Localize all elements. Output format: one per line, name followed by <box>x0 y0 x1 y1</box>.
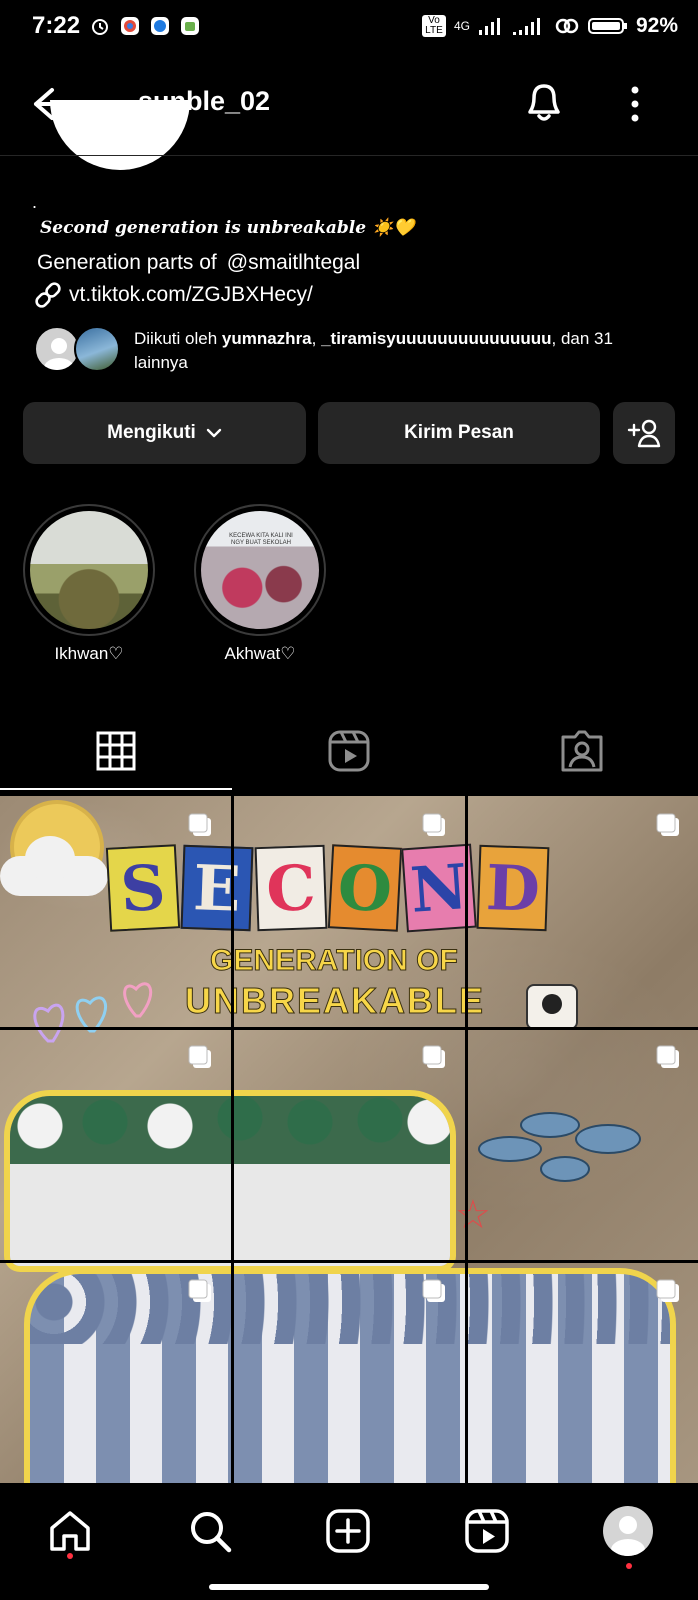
link-icon <box>35 282 61 308</box>
suggest-users-button[interactable] <box>613 402 675 464</box>
grid-icon <box>96 731 136 771</box>
alarm-icon <box>92 19 109 35</box>
carousel-icon <box>422 1279 445 1302</box>
nav-profile[interactable] <box>600 1503 656 1559</box>
bio-prefix: Generation parts of <box>37 251 217 274</box>
bio-external-link[interactable]: vt.tiktok.com/ZGJBXHecy/ <box>33 282 313 308</box>
following-button[interactable]: Mengikuti <box>23 402 306 464</box>
android-icon <box>181 17 200 35</box>
tab-reels[interactable] <box>233 712 465 790</box>
notification-dot <box>626 1563 632 1569</box>
highlight-image: KECEWA KITA KALI INI NGY BUAT SEKOLAH <box>201 511 319 629</box>
following-label: Mengikuti <box>107 422 196 443</box>
status-right: Vo LTE 4G 92% <box>421 14 678 38</box>
follower-name: _tiramisyuuuuuuuuuuuuuuu <box>321 329 552 348</box>
link-status-icon <box>555 18 579 34</box>
chevron-down-icon <box>206 428 222 438</box>
carousel-icon <box>422 813 445 836</box>
battery-percent: 92% <box>635 14 678 37</box>
notification-dot <box>67 1553 73 1559</box>
followed-by-prefix: Diikuti oleh <box>134 329 218 348</box>
bio-link-text: vt.tiktok.com/ZGJBXHecy/ <box>69 283 313 306</box>
profile-avatar[interactable] <box>50 100 190 175</box>
profile-avatar <box>603 1506 653 1556</box>
more-options-icon[interactable] <box>615 80 655 128</box>
chrome-icon <box>121 17 140 35</box>
highlight-label: Ikhwan♡ <box>54 644 124 663</box>
search-icon <box>191 1512 232 1553</box>
tab-tagged[interactable] <box>466 712 698 790</box>
carousel-icon <box>422 1045 445 1068</box>
header-divider <box>0 155 698 156</box>
create-icon <box>326 1509 370 1553</box>
carousel-icon <box>188 813 211 836</box>
battery-icon <box>587 18 627 34</box>
highlight-ring: KECEWA KITA KALI INI NGY BUAT SEKOLAH <box>194 504 326 636</box>
nav-create[interactable] <box>320 1503 376 1559</box>
story-highlight[interactable]: KECEWA KITA KALI INI NGY BUAT SEKOLAH Ak… <box>194 504 326 664</box>
reels-icon <box>465 1509 509 1553</box>
status-bar: 7:22 Vo LTE 4G 92% <box>0 0 698 52</box>
network-type: 4G <box>453 19 470 33</box>
highlight-label: Akhwat♡ <box>224 644 296 663</box>
message-button[interactable]: Kirim Pesan <box>318 402 600 464</box>
app-icon <box>151 17 170 35</box>
followed-by[interactable]: Diikuti oleh yumnazhra, _tiramisyuuuuuuu… <box>34 324 644 376</box>
carousel-icon <box>656 813 679 836</box>
bio-tagline: Second generation is unbreakable ☀️💛 <box>40 218 415 238</box>
highlight-ring <box>23 504 155 636</box>
follower-avatars <box>34 324 126 376</box>
reels-icon <box>328 730 370 772</box>
status-time: 7:22 <box>32 12 81 39</box>
nav-home[interactable] <box>42 1503 98 1559</box>
bio-line: Generation parts of @smaitlhtegal <box>37 251 360 275</box>
carousel-icon <box>656 1045 679 1068</box>
tab-posts[interactable] <box>0 712 232 790</box>
highlight-image <box>30 511 148 629</box>
bell-icon[interactable] <box>520 76 568 126</box>
bio-mention-link[interactable]: @smaitlhtegal <box>227 251 360 274</box>
active-tab-indicator <box>0 788 232 790</box>
profile-tabs <box>0 712 698 790</box>
tagged-icon <box>561 730 603 772</box>
followed-by-text: Diikuti oleh yumnazhra, _tiramisyuuuuuuu… <box>134 329 613 372</box>
carousel-icon <box>188 1045 211 1068</box>
add-person-icon <box>627 419 661 448</box>
signal-icon-2 <box>512 18 540 35</box>
notification-icons <box>90 16 200 36</box>
follower-avatar <box>74 326 120 372</box>
story-highlight[interactable]: Ikhwan♡ <box>23 504 155 664</box>
carousel-icon <box>188 1279 211 1302</box>
highlight-banner-text: KECEWA KITA KALI INI NGY BUAT SEKOLAH <box>229 533 293 546</box>
message-label: Kirim Pesan <box>404 422 514 443</box>
home-icon <box>50 1511 90 1551</box>
volte-icon: Vo LTE <box>421 15 446 37</box>
nav-reels[interactable] <box>459 1503 515 1559</box>
follower-name: yumnazhra <box>221 329 312 348</box>
signal-icon <box>478 18 500 35</box>
bottom-navigation <box>0 1483 698 1600</box>
home-indicator <box>209 1584 489 1590</box>
nav-search[interactable] <box>182 1503 238 1559</box>
bio-dot: . <box>32 192 38 212</box>
carousel-icon <box>656 1279 679 1302</box>
